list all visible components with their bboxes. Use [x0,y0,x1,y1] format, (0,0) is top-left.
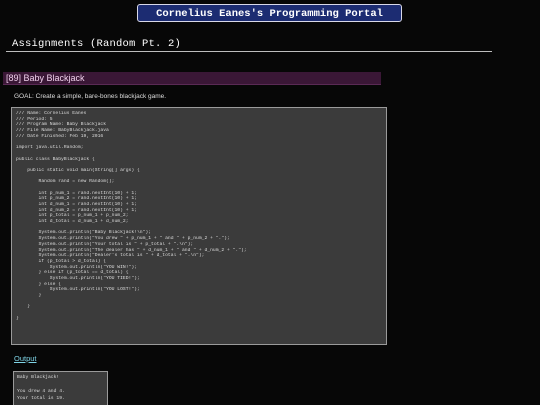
code-line: } [16,315,19,321]
output-line: Baby Blackjack! [17,375,60,380]
assignment-title: [89] Baby Blackjack [3,72,381,85]
portal-title-banner[interactable]: Cornelius Eanes's Programming Portal [137,4,402,22]
page-title: Assignments (Random Pt. 2) [12,38,182,50]
code-block: /// Name: Cornelius Eanes/// Period: 5//… [11,107,387,345]
assignment-goal: GOAL: Create a simple, bare-bones blackj… [14,93,167,100]
title-divider [6,51,492,52]
output-block: Baby Blackjack! You drew 4 and 4. Your tot… [13,371,108,405]
output-line: Your total is 19. [17,396,65,401]
output-link[interactable]: Output [14,354,37,363]
output-line: You drew 4 and 4. [17,389,65,394]
